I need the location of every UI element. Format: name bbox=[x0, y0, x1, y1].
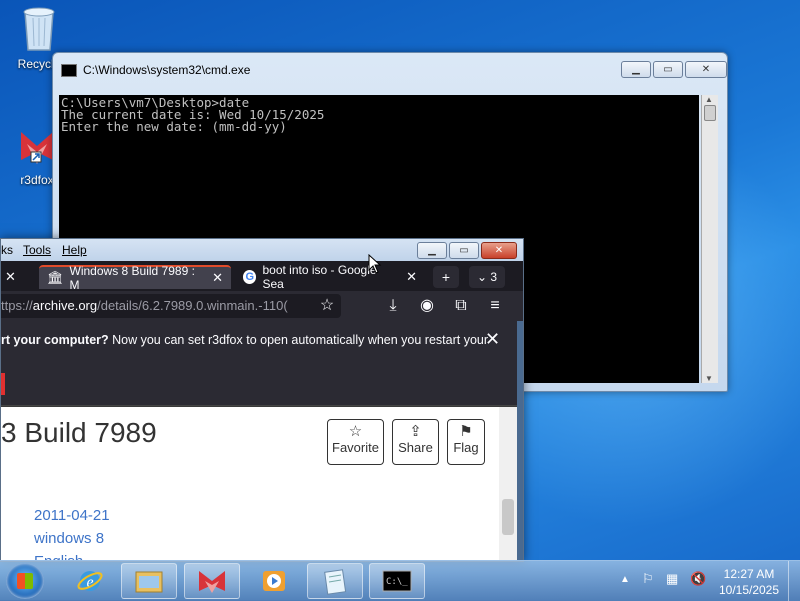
svg-text:C:\_: C:\_ bbox=[386, 577, 408, 587]
scroll-thumb[interactable] bbox=[704, 105, 716, 121]
flag-button[interactable]: ⚑ Flag bbox=[447, 419, 485, 465]
clock-time: 12:27 AM bbox=[723, 567, 775, 581]
r3dfox-icon bbox=[21, 132, 53, 164]
taskbar-explorer[interactable] bbox=[121, 563, 177, 599]
url-path: /details/6.2.7989.0.winmain.-110( bbox=[97, 298, 288, 313]
menu-item-bookmarks[interactable]: ks bbox=[1, 243, 13, 257]
start-button[interactable] bbox=[6, 563, 44, 599]
taskbar-ie[interactable]: e bbox=[62, 563, 118, 599]
url-bar[interactable]: ttps://archive.org/details/6.2.7989.0.wi… bbox=[1, 294, 341, 318]
menu-icon[interactable]: ≡ bbox=[485, 296, 505, 316]
page-title: 3 Build 7989 bbox=[1, 417, 157, 448]
close-icon[interactable]: ✕ bbox=[485, 329, 500, 350]
clock-date: 10/15/2025 bbox=[718, 583, 780, 597]
taskbar-media-player[interactable] bbox=[246, 563, 302, 599]
network-icon[interactable]: ▦ bbox=[666, 571, 678, 587]
notepad-icon bbox=[324, 569, 347, 595]
minimize-button[interactable]: ▁ bbox=[621, 61, 651, 78]
minimize-button[interactable]: ▁ bbox=[417, 242, 447, 259]
r3dfox-icon bbox=[199, 571, 225, 593]
download-icon[interactable]: ⤓ bbox=[383, 296, 403, 316]
archive-icon: 🏛 bbox=[47, 270, 64, 285]
page-content: 3 Build 7989 ☆ Favorite ⇪ Share ⚑ Flag 2… bbox=[1, 407, 517, 561]
notification-bold: rt your computer? bbox=[1, 333, 109, 347]
tab-google[interactable]: G boot into iso - Google Sea ✕ bbox=[235, 263, 425, 291]
scroll-down-icon[interactable]: ▼ bbox=[705, 374, 713, 383]
taskbar-cmd[interactable]: C:\_ bbox=[369, 563, 425, 599]
page-scrollbar[interactable] bbox=[499, 407, 517, 561]
cmd-icon bbox=[61, 63, 77, 77]
scroll-up-icon[interactable]: ▲ bbox=[705, 95, 713, 104]
menu-item-tools[interactable]: Tools bbox=[23, 243, 51, 257]
media-player-icon bbox=[263, 571, 285, 591]
tab-list-button[interactable]: ⌄ 3 bbox=[469, 266, 505, 288]
close-button[interactable]: ✕ bbox=[685, 61, 727, 78]
cmd-window-controls: ▁ ▭ ✕ bbox=[621, 61, 727, 78]
chevron-down-icon: ⌄ bbox=[476, 270, 488, 284]
tab-archive[interactable]: 🏛 Windows 8 Build 7989 : M ✕ bbox=[39, 264, 231, 292]
maximize-button[interactable]: ▭ bbox=[449, 242, 479, 259]
maximize-button[interactable]: ▭ bbox=[653, 61, 683, 78]
url-host: archive.org bbox=[32, 298, 98, 313]
close-button[interactable]: ✕ bbox=[481, 242, 517, 259]
meta-collection-link[interactable]: windows 8 bbox=[34, 530, 104, 547]
browser-window[interactable]: ks Tools Help ▁ ▭ ✕ ✕ 🏛 Windows 8 Build … bbox=[0, 238, 524, 562]
default-browser-notification: rt your computer? Now you can set r3dfox… bbox=[1, 321, 517, 406]
taskbar-notepad[interactable] bbox=[307, 563, 363, 599]
windows-logo-icon bbox=[17, 573, 33, 589]
bookmark-star-icon[interactable]: ☆ bbox=[317, 296, 337, 316]
cmd-scrollbar[interactable]: ▲ ▼ bbox=[701, 95, 718, 383]
button-label: Flag bbox=[453, 440, 479, 455]
command-prompt-icon: C:\_ bbox=[382, 570, 412, 592]
extensions-icon[interactable]: ⧉ bbox=[451, 296, 471, 316]
action-center-flag-icon[interactable]: ⚐ bbox=[642, 571, 654, 587]
system-clock[interactable]: 12:27 AM 10/15/2025 bbox=[714, 566, 784, 598]
cmd-titlebar[interactable]: C:\Windows\system32\cmd.exe bbox=[61, 61, 250, 79]
share-button[interactable]: ⇪ Share bbox=[392, 419, 439, 465]
notification-action-button[interactable] bbox=[1, 373, 5, 395]
browser-window-controls: ▁ ▭ ✕ bbox=[417, 242, 517, 259]
new-tab-button[interactable]: + bbox=[433, 266, 459, 288]
internet-explorer-icon: e bbox=[77, 571, 103, 591]
notification-text: Now you can set r3dfox to open automatic… bbox=[108, 333, 489, 347]
button-label: Share bbox=[398, 440, 433, 455]
tab-count: 3 bbox=[490, 270, 498, 284]
recycle-bin-icon bbox=[23, 7, 55, 51]
button-label: Favorite bbox=[332, 440, 379, 455]
scroll-thumb[interactable] bbox=[502, 499, 514, 535]
google-icon: G bbox=[243, 270, 257, 284]
mouse-cursor-icon bbox=[368, 254, 382, 274]
volume-muted-icon[interactable]: 🔇 bbox=[690, 571, 706, 587]
url-prefix: ttps:// bbox=[1, 298, 33, 313]
notification-message: rt your computer? Now you can set r3dfox… bbox=[1, 333, 488, 347]
tab-label: Windows 8 Build 7989 : M bbox=[69, 264, 195, 292]
meta-date-link[interactable]: 2011-04-21 bbox=[34, 507, 110, 524]
browser-menubar: ks Tools Help ▁ ▭ ✕ bbox=[1, 239, 523, 261]
share-icon: ⇪ bbox=[409, 423, 422, 440]
navigation-bar: ttps://archive.org/details/6.2.7989.0.wi… bbox=[1, 291, 523, 321]
close-tab-icon[interactable]: ✕ bbox=[406, 269, 417, 285]
tab-strip: ✕ 🏛 Windows 8 Build 7989 : M ✕ G boot in… bbox=[1, 261, 523, 292]
favorite-button[interactable]: ☆ Favorite bbox=[327, 419, 384, 465]
taskbar-r3dfox[interactable] bbox=[184, 563, 240, 599]
show-hidden-icons-icon[interactable]: ▲ bbox=[620, 574, 630, 585]
folder-icon bbox=[135, 571, 163, 593]
account-icon[interactable]: ◉ bbox=[417, 296, 437, 316]
close-tab-icon[interactable]: ✕ bbox=[212, 270, 223, 286]
menu-item-help[interactable]: Help bbox=[62, 243, 87, 257]
taskbar: e C:\_ ▲ ⚐ ▦ 🔇 12:27 AM 10/15/2025 bbox=[0, 560, 800, 601]
star-icon: ☆ bbox=[348, 423, 363, 440]
close-tab-icon[interactable]: ✕ bbox=[5, 269, 16, 285]
cmd-title-text: C:\Windows\system32\cmd.exe bbox=[83, 63, 251, 77]
window-frame-edge bbox=[517, 321, 523, 561]
show-desktop-button[interactable] bbox=[788, 561, 800, 601]
flag-icon: ⚑ bbox=[459, 423, 473, 440]
console-line: Enter the new date: (mm-dd-yy) bbox=[61, 119, 287, 134]
